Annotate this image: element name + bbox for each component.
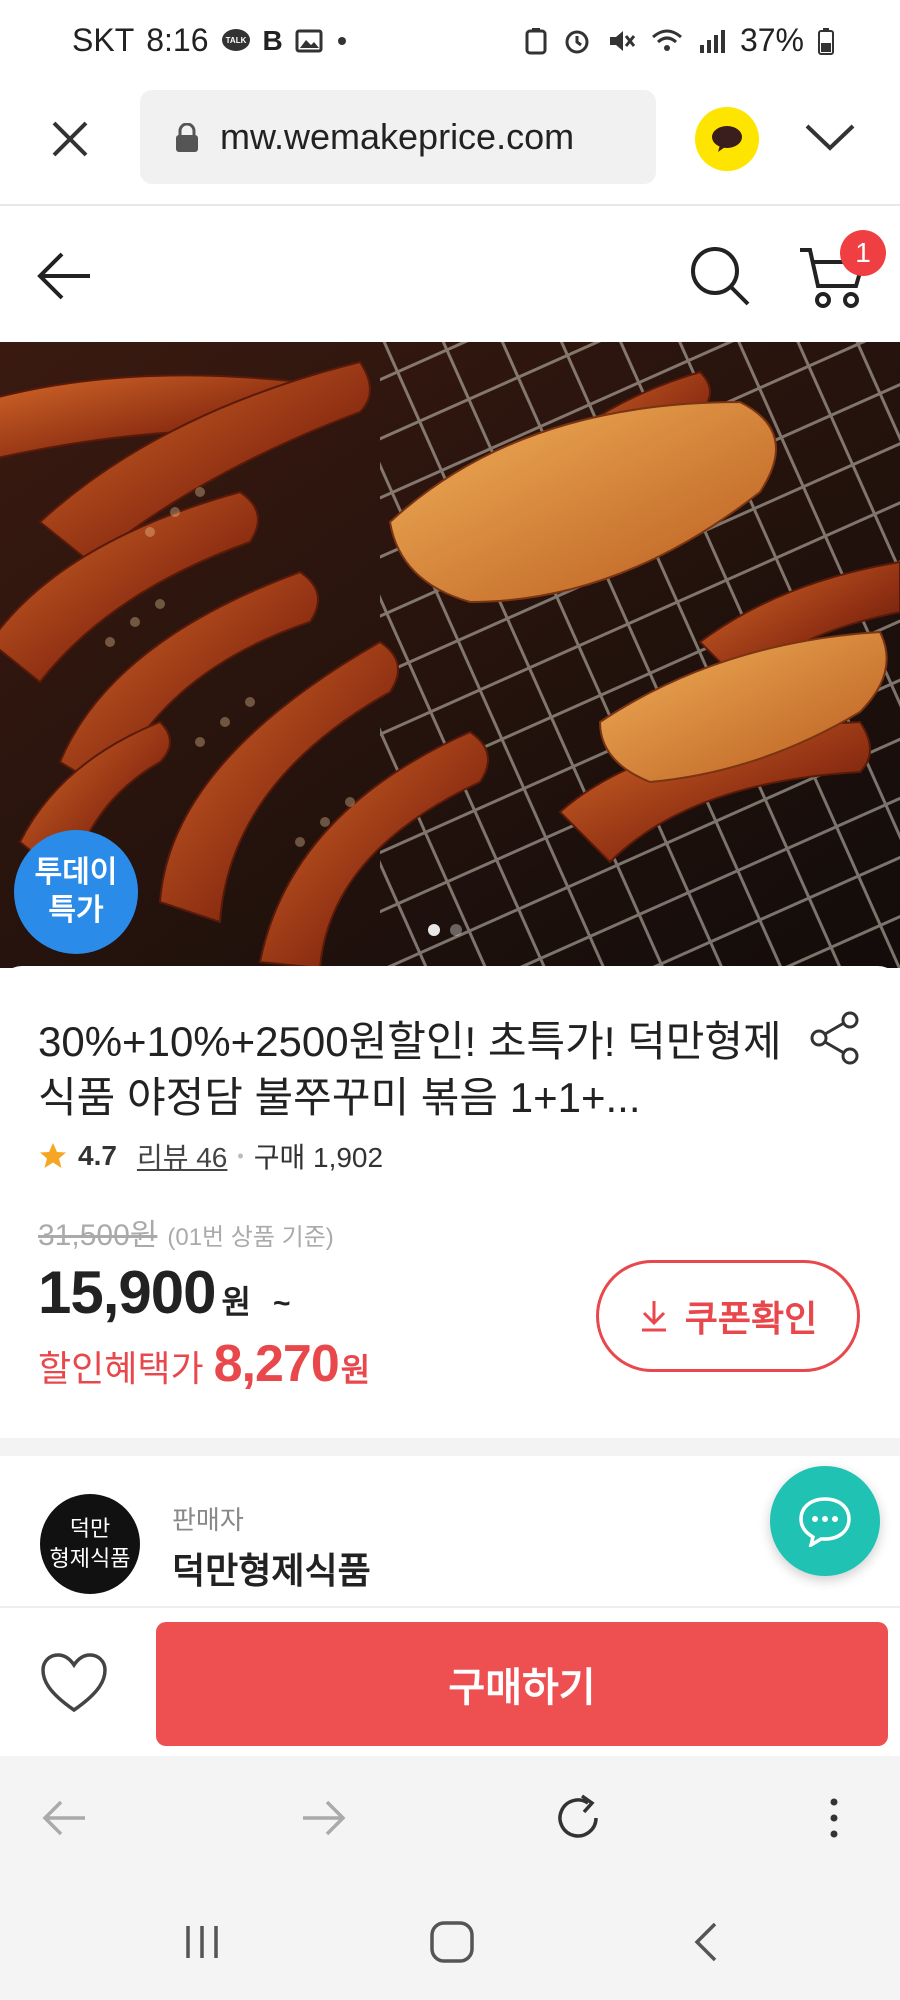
signal-icon <box>698 27 726 55</box>
rating-value: 4.7 <box>78 1140 117 1171</box>
browser-back-button[interactable] <box>34 1790 94 1846</box>
more-vertical-icon <box>830 1798 838 1838</box>
section-divider <box>0 1438 900 1456</box>
share-icon[interactable] <box>808 1010 862 1066</box>
dot-icon <box>335 34 349 48</box>
product-image-carousel[interactable]: 투데이 특가 <box>0 342 900 968</box>
close-icon <box>52 121 88 157</box>
url-field[interactable]: mw.wemakeprice.com <box>140 90 656 184</box>
alarm-icon <box>562 26 592 56</box>
browser-toolbar <box>0 1756 900 1880</box>
arrow-right-icon <box>303 1800 346 1836</box>
status-right: 37% <box>524 22 834 59</box>
chevron-down-icon <box>805 124 855 151</box>
carousel-indicator <box>428 924 462 936</box>
seller-name: 덕만형제식품 <box>172 1550 371 1591</box>
browser-forward-button[interactable] <box>294 1790 354 1846</box>
refresh-icon <box>558 1794 598 1838</box>
status-left: SKT 8:16 TALK B <box>72 22 349 59</box>
today-deal-badge: 투데이 특가 <box>14 830 138 954</box>
home-button[interactable] <box>422 1918 482 1966</box>
browser-reload-button[interactable] <box>548 1790 608 1846</box>
browser-url-bar: mw.wemakeprice.com <box>0 84 900 206</box>
url-text: mw.wemakeprice.com <box>220 116 575 157</box>
seller-label: 판매자 <box>172 1505 244 1535</box>
price-tilde: ~ <box>272 1287 291 1320</box>
back-arrow-icon[interactable] <box>34 248 94 304</box>
separator-dot: • <box>237 1145 244 1166</box>
cart-count-badge: 1 <box>840 230 886 276</box>
home-icon <box>430 1921 474 1963</box>
purchase-bar: 구매하기 <box>0 1606 900 1756</box>
original-price-note: (01번 상품 기준) <box>167 1224 334 1251</box>
badge-line-1: 투데이 <box>34 856 118 889</box>
purchase-count: 구매 1,902 <box>253 1142 384 1173</box>
kakao-button[interactable] <box>695 107 759 171</box>
coupon-check-button[interactable]: 쿠폰확인 <box>596 1260 860 1372</box>
recycle-icon <box>524 26 548 56</box>
discount-price: 8,270 <box>213 1335 340 1393</box>
star-icon <box>40 1143 66 1168</box>
arrow-left-icon <box>42 1800 85 1836</box>
seller-logo: 덕만 형제식품 <box>40 1494 140 1594</box>
seller-logo-line-1: 덕만 <box>69 1516 111 1541</box>
discount-price-row: 할인혜택가 8,270 원 <box>38 1334 370 1394</box>
heart-icon[interactable] <box>40 1652 108 1716</box>
product-title: 30%+10%+2500원할인! 초특가! 덕만형제식품 야정담 불쭈꾸미 볶음… <box>38 1018 782 1121</box>
product-info-card: 30%+10%+2500원할인! 초특가! 덕만형제식품 야정담 불쭈꾸미 볶음… <box>0 966 900 1436</box>
b-icon: B <box>262 24 283 56</box>
app-header: 1 <box>0 208 900 342</box>
coupon-label: 쿠폰확인 <box>684 1298 818 1339</box>
buy-button[interactable]: 구매하기 <box>156 1622 888 1746</box>
sale-price-unit: 원 <box>221 1284 251 1320</box>
svg-text:TALK: TALK <box>225 36 246 45</box>
mute-icon <box>606 26 636 56</box>
talk-icon: TALK <box>221 28 251 54</box>
clock: 8:16 <box>146 22 209 58</box>
download-icon <box>641 1301 666 1332</box>
recent-apps-button[interactable] <box>172 1918 232 1966</box>
browser-menu-button[interactable] <box>804 1790 864 1846</box>
rating-row: 4.7 리뷰 46 • 구매 1,902 <box>38 1136 383 1176</box>
original-price-row: 31,500원 (01번 상품 기준) <box>38 1210 334 1254</box>
price-row: 15,900 원 ~ <box>38 1258 291 1327</box>
chevron-left-icon <box>694 1922 717 1962</box>
carrier-label: SKT <box>72 22 135 58</box>
wifi-icon <box>650 26 684 56</box>
original-price: 31,500원 <box>38 1219 158 1252</box>
expand-menu-button[interactable] <box>800 112 860 162</box>
system-nav-bar <box>0 1880 900 2000</box>
image-icon <box>295 28 323 54</box>
system-back-button[interactable] <box>676 1918 736 1966</box>
seller-section[interactable]: 덕만 형제식품 판매자 덕만형제식품 <box>0 1456 900 1606</box>
recent-apps-icon <box>186 1926 218 1958</box>
kakao-chat-icon <box>712 126 742 152</box>
discount-price-unit: 원 <box>340 1352 371 1388</box>
sale-price: 15,900 <box>38 1259 217 1326</box>
battery-percent: 37% <box>739 22 804 58</box>
status-bar: SKT 8:16 TALK B 37% <box>0 0 900 84</box>
discount-label: 할인혜택가 <box>38 1348 204 1389</box>
seller-logo-line-2: 형제식품 <box>49 1546 131 1571</box>
badge-line-2: 특가 <box>48 894 104 927</box>
chat-bubble-icon <box>799 1497 851 1547</box>
chat-button[interactable] <box>770 1466 880 1576</box>
carousel-dot[interactable] <box>428 924 440 936</box>
search-icon[interactable] <box>688 244 752 308</box>
lock-icon <box>176 123 198 152</box>
carousel-dot[interactable] <box>450 924 462 936</box>
battery-icon <box>818 27 834 55</box>
close-tab-button[interactable] <box>44 113 96 165</box>
review-link[interactable]: 리뷰 46 <box>137 1136 227 1176</box>
